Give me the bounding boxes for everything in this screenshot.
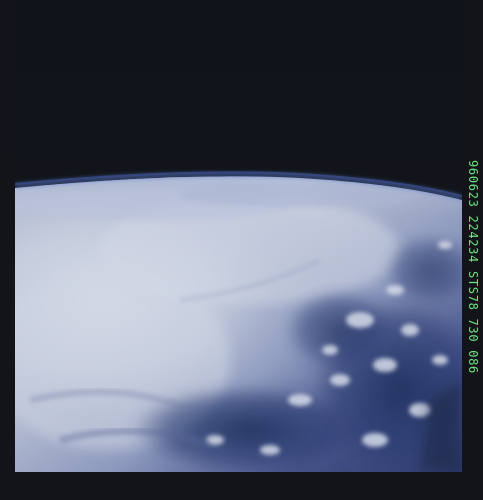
frame-edge-left xyxy=(0,0,15,500)
earth-surface xyxy=(15,176,462,472)
frame-id-label: 960623 224234 STS78 730 086 xyxy=(465,160,481,480)
earth-limb-photo xyxy=(0,0,483,500)
photo-frame: 960623 224234 STS78 730 086 xyxy=(0,0,483,500)
frame-id-text: 960623 224234 STS78 730 086 xyxy=(466,160,480,374)
frame-edge-bottom xyxy=(0,472,483,500)
